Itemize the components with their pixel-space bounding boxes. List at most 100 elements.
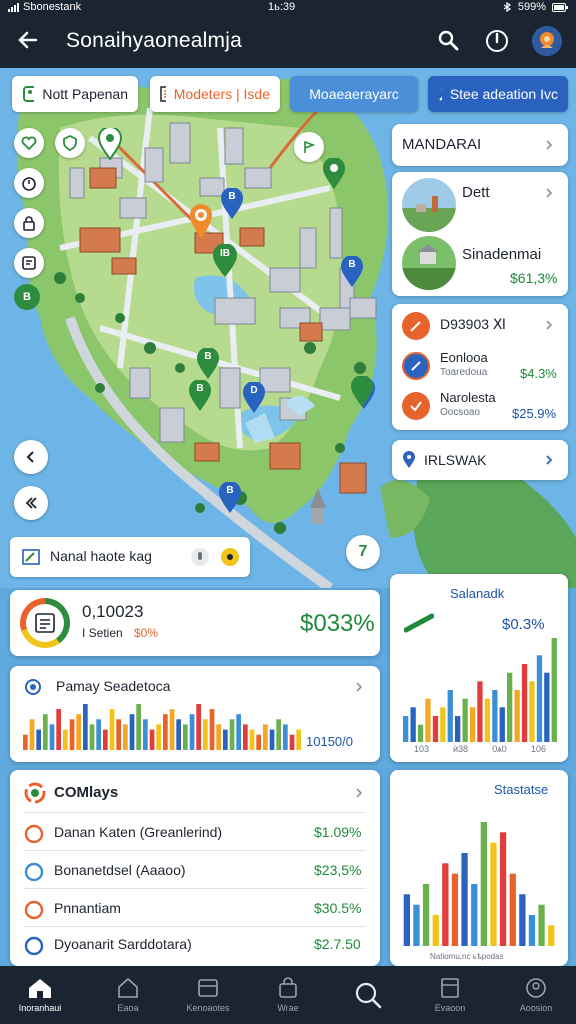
map-pin[interactable]: B [220,188,244,220]
chart-card[interactable]: Pamay Seadetoca 10150/0 [10,666,380,762]
pin-label: B [228,191,236,202]
chart-bar [447,690,453,742]
mandarai-header-card[interactable]: MANDARAI [392,124,568,166]
items-card[interactable]: D93903 Ⅺ Eonlooa Toaredoua $4.3% Naroles… [392,304,568,430]
chart-bar [499,707,505,742]
list-item[interactable]: Pnnantiam $30.5% [10,892,380,928]
map-search[interactable]: Nanal haote kag [10,537,250,577]
map-badge[interactable]: B [14,284,40,310]
nav-home[interactable]: Inoranhaui [4,966,76,1024]
map-pin[interactable]: D [242,382,266,414]
profile-icon [526,978,546,998]
list-item-value: $1.09% [314,824,362,840]
nav-kenoaotes[interactable]: Kenoaotes [172,966,244,1024]
map-pin[interactable]: B [188,380,212,412]
status-dot-icon [24,936,44,956]
receipt-icon [35,613,55,633]
carrier-label: Sbonestank [23,1,82,13]
places-card[interactable]: Dett Sinadenmai $61,3% [392,172,568,296]
bluetooth-icon [503,2,511,12]
chart-bar [89,724,95,750]
nav-search[interactable] [332,966,404,1024]
chart-bar [76,714,81,750]
map-pin[interactable]: B [218,482,242,514]
recycle-icon [24,782,46,804]
map-pin-orange-icon[interactable] [189,204,213,240]
chart-bar [123,724,128,750]
chart-bar [189,714,195,750]
nav-label: Inoranhaui [18,1003,62,1013]
pin-label: B [196,383,204,394]
chart-bar [203,719,208,750]
nav-wrae[interactable]: Wrae [252,966,324,1024]
battery-label: 599% [517,1,546,13]
status-dot-icon [24,824,44,844]
bottom-nav: Inoranhaui Eaoa Kenoaotes Wrae Evaoon Ao… [0,966,576,1024]
compass-icon[interactable] [484,28,510,54]
map-pin[interactable]: B [340,256,364,288]
chart-bar [469,707,476,742]
chart-bar [296,729,301,750]
trend-card[interactable]: Salanadk $0.3% 103 ѝ38 0ѧ0 106 [390,574,568,762]
chart-bar [196,704,201,750]
favorite-button[interactable] [14,128,44,158]
summary-percent: $0% [134,626,159,640]
app-bar: Sonaihyaonealmja [0,14,576,68]
pin-label: B [204,351,212,362]
lock-button[interactable] [14,208,44,238]
place-value: $61,3% [510,270,558,286]
timer-button[interactable] [14,168,44,198]
map-pin[interactable]: IB [212,244,238,278]
map-pin-green-icon[interactable] [322,158,346,190]
location-card[interactable]: IRLSWAK [392,440,568,480]
note-button[interactable] [14,248,44,278]
list-item[interactable]: Bonanetdsel (Aaaoo) $23,5% [10,854,380,890]
item-title: D93903 Ⅺ [440,316,506,332]
place-title: Sinadenmai [462,246,542,263]
mic-icon[interactable] [190,547,210,567]
map-pin-green-icon[interactable] [350,376,374,408]
list-item[interactable]: Dyoanarit Sarddotara) $2.7.50 [10,930,380,964]
shield-button[interactable] [55,128,85,158]
house-outline-icon [118,977,138,998]
list-item[interactable]: Danan Katen (Greanlerind) $1.09% [10,816,380,852]
chip-stee-adeation[interactable]: Stee adeation Ivc [428,76,568,112]
double-chevron-left-icon [25,497,37,509]
bag-icon [279,977,297,998]
chart-bar [209,709,215,750]
chart-bar [56,709,61,750]
place-title: Dett [462,184,490,201]
map-pin-button[interactable] [294,132,324,162]
prev-button[interactable] [14,440,48,474]
map-pin[interactable]: B [196,348,220,380]
collapse-button[interactable] [14,486,48,520]
stats-card[interactable]: Stastatse Nаtiomu,nc ьѣpodas [390,770,568,966]
nav-eaoa[interactable]: Eaoa [92,966,164,1024]
location-label: IRLSWAK [424,452,487,468]
coin-icon[interactable] [220,547,240,567]
chip-moaeaerayarc[interactable]: Moaeaerayarc [290,76,418,112]
chart-bar [461,853,468,946]
companies-card[interactable]: COMlays Danan Katen (Greanlerind) $1.09%… [10,770,380,966]
chart-bar [422,884,430,946]
chart-bar [410,707,416,742]
nav-evaoon[interactable]: Evaoon [414,966,486,1024]
chip-nott-papenan[interactable]: Nott Papenan [12,76,138,112]
zoom-level-badge[interactable]: 7 [346,535,380,569]
chart-bar [263,724,268,750]
chart-bar [96,719,101,750]
edit-icon [410,321,421,332]
summary-card[interactable]: 0,10023 I Setien $0% $033% [10,590,380,656]
search-input[interactable]: Nanal haote kag [50,548,152,564]
status-dot-icon [24,862,44,882]
back-arrow-icon[interactable] [14,26,42,54]
nav-aoosion[interactable]: Aoosion [500,966,572,1024]
chart-title: Pamay Seadetoca [56,678,171,694]
search-icon[interactable] [436,28,462,54]
chip-modeters[interactable]: Modeters | Isde [150,76,280,112]
lock-icon [23,216,35,231]
avatar[interactable] [532,26,562,56]
shield-icon [63,135,77,151]
map-pin-green-icon[interactable] [98,128,122,160]
chart-bar [149,729,155,750]
